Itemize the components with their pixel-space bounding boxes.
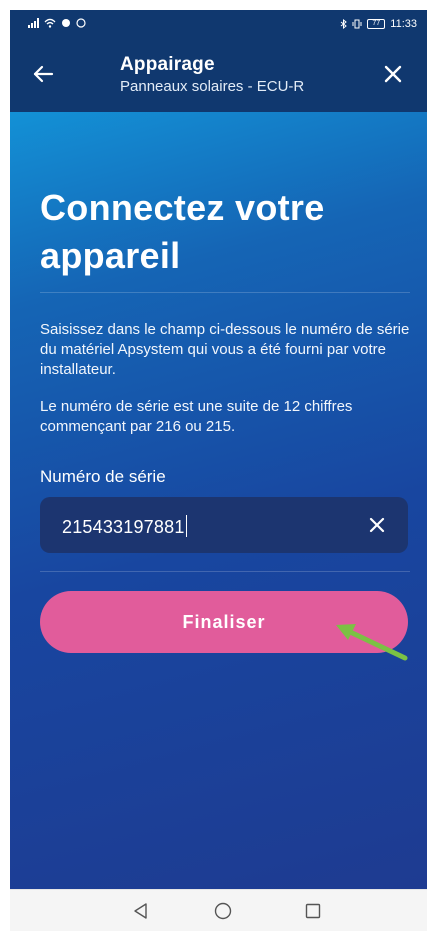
- annotation-arrow-icon: [336, 624, 408, 661]
- bluetooth-icon: [340, 19, 348, 29]
- main-content: Connectez votre appareil Saisissez dans …: [10, 112, 427, 889]
- serial-number-input[interactable]: 215433197881: [40, 497, 408, 553]
- whatsapp-icon: [76, 18, 86, 28]
- divider-top: [40, 292, 410, 293]
- page-title: Connectez votre appareil: [40, 187, 325, 276]
- status-right: 77 11:33: [340, 18, 417, 30]
- header-title: Appairage: [120, 54, 215, 75]
- back-arrow-icon[interactable]: [30, 60, 58, 88]
- description-text: Saisissez dans le champ ci-dessous le nu…: [40, 321, 410, 378]
- home-circle-icon[interactable]: [213, 901, 233, 921]
- header-subtitle: Panneaux solaires - ECU-R: [120, 78, 305, 95]
- vibrate-icon: [352, 19, 362, 29]
- notification-icon: [62, 19, 70, 27]
- serial-number-text: 215433197881: [62, 517, 185, 537]
- battery-icon: 77: [367, 19, 386, 29]
- close-icon[interactable]: [379, 60, 407, 88]
- recents-square-icon[interactable]: [303, 901, 323, 921]
- text-caret: [185, 515, 188, 537]
- signal-icon: [28, 18, 39, 28]
- status-bar: 77 11:33: [10, 10, 427, 40]
- system-nav-bar: [10, 889, 427, 931]
- app-header: Appairage Panneaux solaires - ECU-R: [10, 40, 427, 112]
- wifi-icon: [44, 18, 56, 28]
- divider-bottom: [40, 571, 410, 572]
- serial-field-label: Numéro de série: [40, 467, 166, 486]
- clear-input-icon[interactable]: [366, 514, 388, 536]
- back-triangle-icon[interactable]: [131, 901, 151, 921]
- hint-text: Le numéro de série est une suite de 12 c…: [40, 398, 353, 435]
- status-time: 11:33: [390, 18, 417, 30]
- phone-screen: 77 11:33 Appairage Panneaux solaires - E…: [10, 10, 427, 931]
- status-left: [28, 18, 86, 28]
- serial-number-value: 215433197881: [62, 515, 188, 538]
